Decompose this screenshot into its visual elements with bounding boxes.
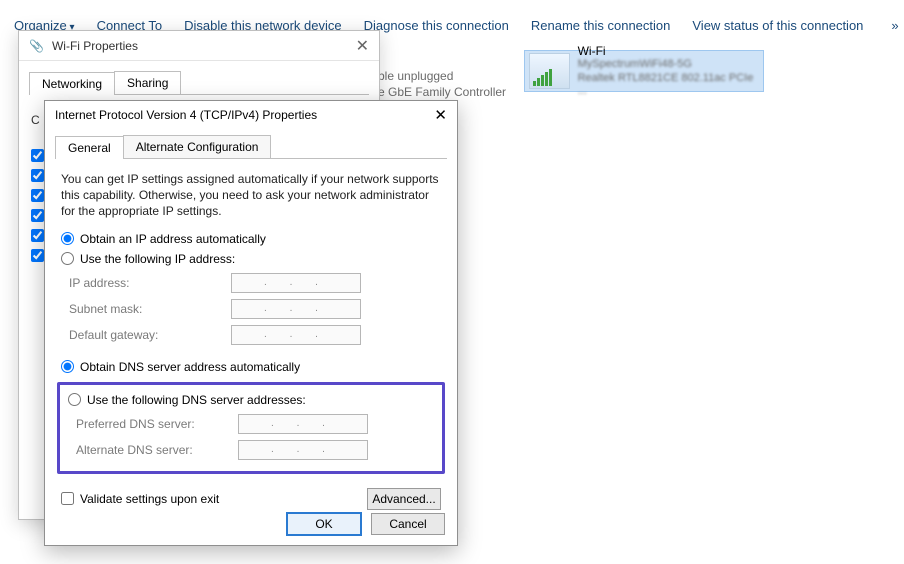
gateway-label: Default gateway: xyxy=(61,328,231,342)
pref-dns-input[interactable]: . . . xyxy=(238,414,368,434)
component-checkbox[interactable] xyxy=(31,209,44,222)
radio-dns-auto-label: Obtain DNS server address automatically xyxy=(80,360,300,374)
radio-dns-auto[interactable]: Obtain DNS server address automatically xyxy=(61,358,441,378)
component-checkbox[interactable] xyxy=(31,229,44,242)
tab-sharing[interactable]: Sharing xyxy=(114,71,181,94)
validate-row: Validate settings upon exit Advanced... xyxy=(61,488,441,510)
alt-dns-label: Alternate DNS server: xyxy=(68,443,238,457)
component-checkbox[interactable] xyxy=(31,249,44,262)
validate-label: Validate settings upon exit xyxy=(80,492,219,506)
component-checkbox[interactable] xyxy=(31,169,44,182)
adapter-status-line1: ble unplugged xyxy=(378,68,506,84)
tab-networking[interactable]: Networking xyxy=(29,72,115,95)
field-pref-dns: Preferred DNS server: . . . xyxy=(68,411,434,437)
dns-manual-highlight: Use the following DNS server addresses: … xyxy=(57,382,445,474)
radio-ip-manual[interactable]: Use the following IP address: xyxy=(61,250,441,270)
radio-dns-manual-input[interactable] xyxy=(68,393,81,406)
dialog-footer: OK Cancel xyxy=(287,513,445,535)
component-checkbox[interactable] xyxy=(31,189,44,202)
radio-dns-manual-label: Use the following DNS server addresses: xyxy=(87,393,306,407)
radio-ip-auto-label: Obtain an IP address automatically xyxy=(80,232,266,246)
toolbar-view-status[interactable]: View status of this connection xyxy=(692,18,863,33)
radio-ip-auto-input[interactable] xyxy=(61,232,74,245)
wifi-adapter-device: Realtek RTL8821CE 802.11ac PCIe ... xyxy=(578,72,759,98)
field-gateway: Default gateway: . . . xyxy=(61,322,441,348)
close-icon[interactable]: ✕ xyxy=(356,36,369,56)
wifi-adapter-icon xyxy=(529,53,570,89)
radio-ip-manual-label: Use the following IP address: xyxy=(80,252,235,266)
dns-group: Obtain DNS server address automatically … xyxy=(61,358,441,474)
close-icon[interactable]: ✕ xyxy=(434,106,447,124)
wifi-properties-tabs: Networking Sharing xyxy=(29,71,369,95)
field-subnet: Subnet mask: . . . xyxy=(61,296,441,322)
wifi-properties-title: Wi-Fi Properties xyxy=(52,39,138,53)
toolbar-rename[interactable]: Rename this connection xyxy=(531,18,670,33)
ok-button[interactable]: OK xyxy=(287,513,361,535)
ipv4-title: Internet Protocol Version 4 (TCP/IPv4) P… xyxy=(55,108,317,122)
radio-ip-auto[interactable]: Obtain an IP address automatically xyxy=(61,230,441,250)
ipv4-description: You can get IP settings assigned automat… xyxy=(61,171,441,220)
adapter-status-line2: e GbE Family Controller xyxy=(378,84,506,100)
field-ip-address: IP address: . . . xyxy=(61,270,441,296)
ipv4-titlebar: Internet Protocol Version 4 (TCP/IPv4) P… xyxy=(45,101,457,129)
network-adapter-wifi[interactable]: Wi-Fi MySpectrumWiFi48-5G Realtek RTL882… xyxy=(524,50,764,92)
paperclip-icon: 📎 xyxy=(29,39,44,53)
wifi-adapter-ssid: MySpectrumWiFi48-5G xyxy=(578,58,759,71)
advanced-button[interactable]: Advanced... xyxy=(367,488,441,510)
ip-address-input[interactable]: . . . xyxy=(231,273,361,293)
toolbar-diagnose[interactable]: Diagnose this connection xyxy=(364,18,509,33)
wifi-adapter-text: Wi-Fi MySpectrumWiFi48-5G Realtek RTL882… xyxy=(578,44,759,98)
subnet-input[interactable]: . . . xyxy=(231,299,361,319)
tab-alternate-config[interactable]: Alternate Configuration xyxy=(123,135,272,158)
wifi-adapter-title: Wi-Fi xyxy=(578,44,759,58)
radio-ip-manual-input[interactable] xyxy=(61,252,74,265)
alt-dns-input[interactable]: . . . xyxy=(238,440,368,460)
gateway-input[interactable]: . . . xyxy=(231,325,361,345)
field-alt-dns: Alternate DNS server: . . . xyxy=(68,437,434,463)
ip-group: Obtain an IP address automatically Use t… xyxy=(61,230,441,348)
wifi-properties-titlebar: 📎 Wi-Fi Properties ✕ xyxy=(19,31,379,61)
ipv4-content: You can get IP settings assigned automat… xyxy=(45,159,457,520)
adapter-status-text: ble unplugged e GbE Family Controller xyxy=(378,68,506,100)
ipv4-tabs: General Alternate Configuration xyxy=(55,135,447,159)
radio-dns-auto-input[interactable] xyxy=(61,360,74,373)
subnet-label: Subnet mask: xyxy=(61,302,231,316)
signal-bars-icon xyxy=(533,69,552,86)
ipv4-properties-dialog: Internet Protocol Version 4 (TCP/IPv4) P… xyxy=(44,100,458,546)
ip-address-label: IP address: xyxy=(61,276,231,290)
toolbar-overflow-icon[interactable] xyxy=(885,18,898,33)
tab-general[interactable]: General xyxy=(55,136,124,159)
component-checkbox[interactable] xyxy=(31,149,44,162)
pref-dns-label: Preferred DNS server: xyxy=(68,417,238,431)
validate-checkbox[interactable] xyxy=(61,492,74,505)
radio-dns-manual[interactable]: Use the following DNS server addresses: xyxy=(68,391,434,411)
cancel-button[interactable]: Cancel xyxy=(371,513,445,535)
